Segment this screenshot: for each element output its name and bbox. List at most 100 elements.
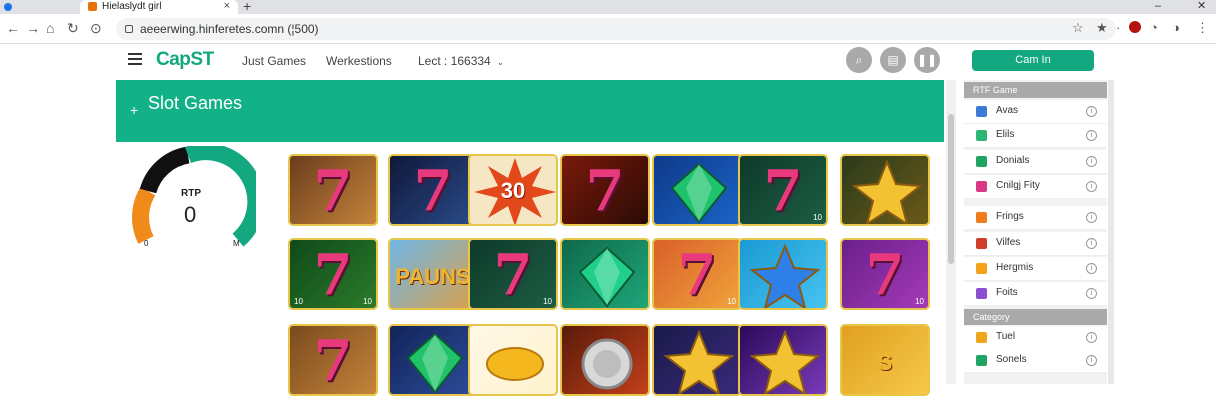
sidebar-item[interactable]: Frings i [964,206,1107,230]
game-tile[interactable]: PAUNS [388,238,478,310]
sidebar-scrollbar[interactable] [1108,80,1114,384]
info-icon[interactable]: i [1086,288,1097,299]
sidebar-item-label: Frings [996,211,1024,222]
info-icon[interactable]: i [1086,156,1097,167]
close-window-icon[interactable]: ✕ [1197,0,1206,12]
game-tile[interactable]: 7 10 [468,238,558,310]
tile-badge-right: 10 [915,297,924,306]
info-icon[interactable]: i [1086,106,1097,117]
sidebar-item[interactable]: Tuel i [964,326,1107,350]
game-tile[interactable] [560,324,650,396]
page-banner: + Slot Games [116,80,944,142]
bookmark-star-icon[interactable]: ★ [1096,20,1108,36]
search-button[interactable]: ⌕ [846,47,872,73]
forward-icon[interactable]: → [26,20,40,36]
game-tile[interactable]: S [840,324,930,396]
category-icon [976,332,987,343]
game-tile[interactable] [388,324,478,396]
info-icon[interactable]: i [1086,130,1097,141]
browser-tab[interactable]: Hielaslydt girl × [80,0,238,14]
info-icon[interactable]: i [1086,355,1097,366]
sidebar-item-label: Cnilgj Fity [996,180,1040,191]
plus-icon[interactable]: + [130,102,138,118]
scrollbar-thumb[interactable] [948,114,954,264]
game-tile[interactable]: 7 [560,154,650,226]
sidebar-item[interactable]: Cnilgj Fity i [964,175,1107,199]
game-tile[interactable]: 7 10 10 [288,238,378,310]
sidebar-section-title: RTF Game [964,82,1107,98]
seven-symbol: 7 [313,328,353,394]
game-tile[interactable]: 7 [288,154,378,226]
history-icon[interactable]: ◔ [1150,20,1158,36]
game-tile[interactable] [738,238,828,310]
site-info-icon[interactable]: ⊙ [90,20,102,36]
game-tile[interactable] [652,324,742,396]
nav-dropdown[interactable]: Lect : 166334 ⌄ [418,54,504,68]
profile-avatar[interactable] [1129,21,1141,33]
share-icon[interactable]: ☆ [1072,20,1084,36]
url-text: aeeerwing.hinferetes.comn (¦500) [140,22,319,36]
tile-badge-right: 10 [727,297,736,306]
tab-close-icon[interactable]: × [224,0,230,13]
info-icon[interactable]: i [1086,238,1097,249]
filter-sidebar: RTF Game Avas i Elils i Donials i Cnilgj Fity i F… [964,80,1107,384]
info-icon[interactable]: i [1086,212,1097,223]
sidebar-item[interactable]: Elils i [964,124,1107,148]
info-icon[interactable]: i [1086,332,1097,343]
game-tile[interactable] [652,154,742,226]
game-tile[interactable]: 7 10 [652,238,742,310]
sidebar-item[interactable]: Sonels i [964,349,1107,373]
shield-icon[interactable]: ◑ [1172,20,1180,36]
back-icon[interactable]: ← [6,20,20,36]
game-tile[interactable]: 30 [468,154,558,226]
login-button[interactable]: Cam In [972,50,1094,71]
nav-link-questions[interactable]: Werkestions [326,54,392,68]
more-menu-icon[interactable]: ⋮ [1196,20,1209,36]
pause-button[interactable]: ❚❚ [914,47,940,73]
extension-icon[interactable]: · [1116,20,1120,36]
tab-search-icon[interactable] [4,3,12,11]
info-icon[interactable]: i [1086,181,1097,192]
sidebar-item[interactable]: Hergmis i [964,257,1107,281]
main-scrollbar[interactable] [946,80,956,384]
game-tile[interactable] [738,324,828,396]
sidebar-item[interactable]: Vilfes i [964,232,1107,256]
gem-icon [670,162,728,224]
game-tile[interactable] [468,324,558,396]
home-icon[interactable]: ⌂ [46,20,54,36]
reload-icon[interactable]: ↻ [67,20,79,36]
tile-badge-left: 10 [294,297,303,306]
game-tile[interactable] [840,154,930,226]
game-tile[interactable]: 7 10 [840,238,930,310]
nav-link-games[interactable]: Just Games [242,54,306,68]
category-icon [976,238,987,249]
sidebar-item-label: Elils [996,129,1015,140]
star-icon [851,159,923,224]
seven-symbol: 7 [585,158,625,224]
lock-icon [125,25,133,33]
gem-icon [578,246,636,308]
page-title: Slot Games [148,93,243,113]
game-tile[interactable] [560,238,650,310]
hamburger-menu-icon[interactable] [128,53,142,65]
category-icon [976,106,987,117]
game-tile[interactable]: 7 [288,324,378,396]
sidebar-item[interactable]: Foits i [964,282,1107,306]
sidebar-item-label: Hergmis [996,262,1034,273]
game-tile[interactable]: 7 [388,154,478,226]
lemon-icon [486,347,544,381]
url-input[interactable]: aeeerwing.hinferetes.comn (¦500) [116,18,1116,40]
logo-text: CapST [156,49,214,70]
address-bar: ← → ⌂ ↻ ⊙ aeeerwing.hinferetes.comn (¦50… [0,14,1216,44]
sidebar-item[interactable]: Donials i [964,150,1107,174]
info-icon[interactable]: i [1086,263,1097,274]
wallet-button[interactable]: ▤ [880,47,906,73]
browser-tab-strip: Hielaslydt girl × + – ✕ [0,0,1216,14]
gem-icon [406,332,464,394]
minimize-icon[interactable]: – [1155,0,1161,12]
game-tile[interactable]: 7 10 [738,154,828,226]
site-logo[interactable]: CapST [156,49,214,71]
new-tab-icon[interactable]: + [243,0,251,14]
category-icon [976,130,987,141]
sidebar-item[interactable]: Avas i [964,100,1107,124]
